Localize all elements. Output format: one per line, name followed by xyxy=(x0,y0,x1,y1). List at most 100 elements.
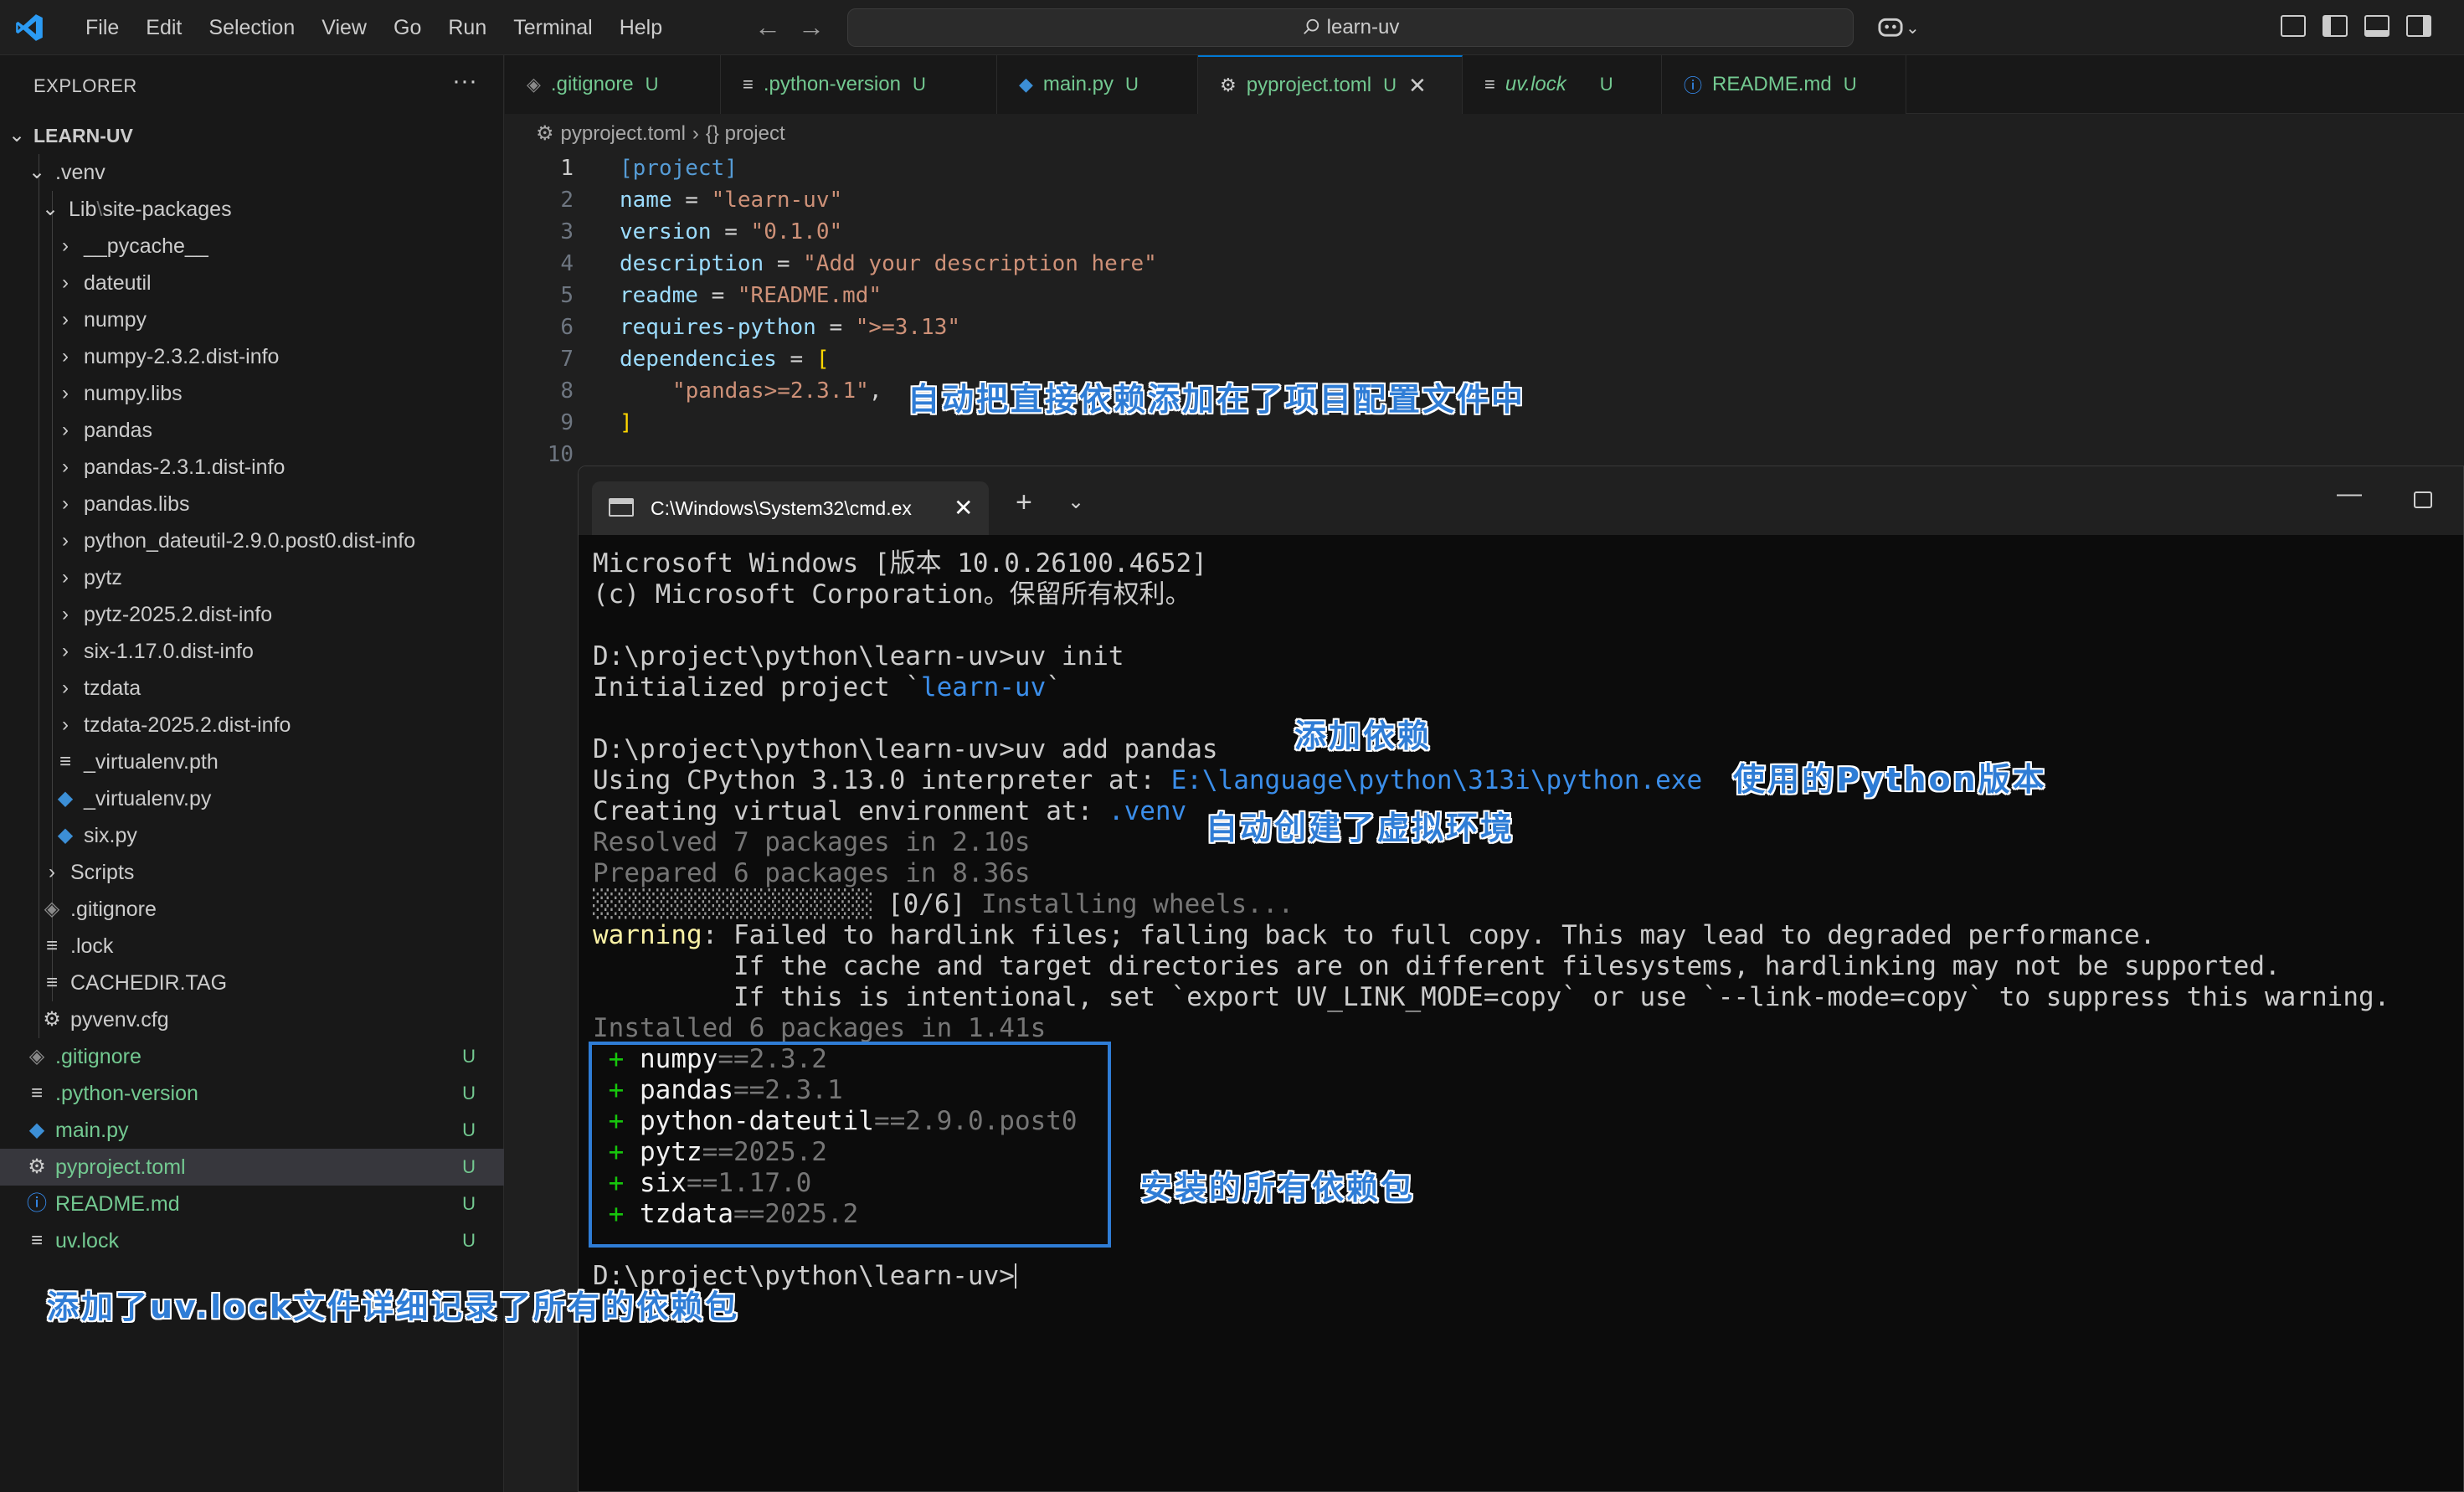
tree-folder[interactable]: › __pycache__ xyxy=(0,228,504,265)
close-icon[interactable]: ✕ xyxy=(954,481,973,535)
tree-file[interactable]: ◆ _virtualenv.py xyxy=(0,780,504,817)
tree-file[interactable]: ◆ six.py xyxy=(0,817,504,854)
terminal-text: Initialized project ` xyxy=(593,672,921,702)
tab-label: .python-version xyxy=(763,73,901,95)
code-key: name xyxy=(620,188,672,213)
text-file-icon: ≡ xyxy=(45,971,58,994)
chevron-right-icon: › xyxy=(62,603,69,625)
chevron-right-icon: › xyxy=(49,861,55,883)
tree-file[interactable]: ⚙ pyvenv.cfg xyxy=(0,1001,504,1038)
tree-folder[interactable]: › python_dateutil-2.9.0.post0.dist-info xyxy=(0,522,504,559)
tree-file[interactable]: ≡ CACHEDIR.TAG xyxy=(0,965,504,1001)
text-file-icon: ≡ xyxy=(59,750,71,773)
tree-file[interactable]: ≡ _virtualenv.pth xyxy=(0,743,504,780)
progress-bar: ░░░░░░░░░░░░░░░░░░░░ xyxy=(593,889,873,919)
tree-file-readme[interactable]: ⓘ README.md U xyxy=(0,1186,504,1222)
file-label: .python-version xyxy=(55,1082,198,1105)
tree-file-gitignore[interactable]: ◈ .gitignore U xyxy=(0,1038,504,1075)
tab-uv-lock[interactable]: ≡ uv.lock U xyxy=(1463,55,1662,114)
tab-label: .gitignore xyxy=(550,73,634,95)
terminal-tab[interactable]: C:\Windows\System32\cmd.ex ✕ xyxy=(592,481,989,535)
tab-main-py[interactable]: ◆ main.py U xyxy=(997,55,1198,114)
menu-file[interactable]: File xyxy=(72,0,132,55)
tab-readme[interactable]: ⓘ README.md U xyxy=(1662,55,1906,114)
tree-file-uv-lock[interactable]: ≡ uv.lock U xyxy=(0,1222,504,1259)
tree-file[interactable]: ≡ .lock xyxy=(0,928,504,965)
menu-help[interactable]: Help xyxy=(606,0,676,55)
more-actions-icon[interactable]: ··· xyxy=(452,67,477,95)
tab-pyproject-toml[interactable]: ⚙ pyproject.toml U ✕ xyxy=(1198,55,1463,114)
gear-icon: ⚙ xyxy=(43,1008,61,1031)
line-number: 7 xyxy=(560,347,574,372)
chevron-down-icon: ⌄ xyxy=(41,198,59,220)
command-center-search[interactable]: learn-uv xyxy=(847,8,1854,47)
menu-selection[interactable]: Selection xyxy=(195,0,308,55)
tree-folder[interactable]: › numpy.libs xyxy=(0,375,504,412)
tree-folder[interactable]: › numpy xyxy=(0,301,504,338)
warning-label: warning xyxy=(593,920,702,950)
tree-folder[interactable]: › pytz-2025.2.dist-info xyxy=(0,596,504,633)
terminal-line: Prepared 6 packages in 8.36s xyxy=(593,858,1031,888)
arrow-left-icon[interactable]: ← xyxy=(752,12,784,44)
copilot-icon[interactable]: ⌄ xyxy=(1875,13,1931,42)
tree-folder[interactable]: › tzdata xyxy=(0,670,504,707)
menu-view[interactable]: View xyxy=(308,0,380,55)
minimize-icon[interactable]: — xyxy=(2337,480,2362,508)
terminal-window[interactable]: C:\Windows\System32\cmd.ex ✕ + ⌄ — Micro… xyxy=(578,466,2464,1492)
tree-folder[interactable]: › tzdata-2025.2.dist-info xyxy=(0,707,504,743)
tree-folder[interactable]: › six-1.17.0.dist-info xyxy=(0,633,504,670)
tab-python-version[interactable]: ≡ .python-version U xyxy=(721,55,997,114)
chevron-right-icon: › xyxy=(62,455,69,478)
tree-folder-scripts[interactable]: › Scripts xyxy=(0,854,504,891)
layout-customize-icon[interactable] xyxy=(2281,15,2306,37)
tree-folder[interactable]: › pandas-2.3.1.dist-info xyxy=(0,449,504,486)
gear-icon: ⚙ xyxy=(536,122,554,145)
menu-edit[interactable]: Edit xyxy=(132,0,195,55)
code-string: "README.md" xyxy=(737,283,882,308)
breadcrumb-file[interactable]: pyproject.toml xyxy=(561,122,686,145)
tree-folder[interactable]: › pytz xyxy=(0,559,504,596)
file-label: .lock xyxy=(70,934,114,958)
git-status-badge: U xyxy=(1843,74,1857,95)
terminal-line: If this is intentional, set `export UV_L… xyxy=(593,982,2390,1012)
tree-folder-venv[interactable]: ⌄ .venv xyxy=(0,154,504,191)
code-operator: = xyxy=(815,315,856,340)
git-status-badge: U xyxy=(1383,75,1397,95)
file-tree: ⌄ LEARN-UV ⌄ .venv ⌄ Lib\site-packages ›… xyxy=(0,117,504,1259)
new-tab-icon[interactable]: + xyxy=(1016,486,1032,519)
maximize-icon[interactable] xyxy=(2414,491,2432,508)
chevron-right-icon: › xyxy=(62,713,69,736)
chevron-down-icon[interactable]: ⌄ xyxy=(1067,490,1084,514)
chevron-right-icon: › xyxy=(62,234,69,257)
menu-terminal[interactable]: Terminal xyxy=(500,0,605,55)
chevron-down-icon[interactable]: ⌄ xyxy=(1906,19,1920,38)
menu-go[interactable]: Go xyxy=(380,0,435,55)
tree-folder[interactable]: › numpy-2.3.2.dist-info xyxy=(0,338,504,375)
chevron-down-icon: ⌄ xyxy=(8,124,26,147)
tree-folder[interactable]: › pandas xyxy=(0,412,504,449)
tree-folder-lib-site-packages[interactable]: ⌄ Lib\site-packages xyxy=(0,191,504,228)
toggle-primary-sidebar-icon[interactable] xyxy=(2323,15,2348,37)
folder-label: numpy-2.3.2.dist-info xyxy=(84,345,280,368)
code-editor[interactable]: 1 [project] 2 name = "learn-uv" 3 version =… xyxy=(505,152,2464,471)
tree-folder[interactable]: › dateutil xyxy=(0,265,504,301)
chevron-right-icon: › xyxy=(62,419,69,441)
close-icon[interactable]: ✕ xyxy=(1408,73,1427,99)
python-file-icon: ◆ xyxy=(28,1119,45,1141)
toggle-panel-icon[interactable] xyxy=(2364,15,2389,37)
tree-file-python-version[interactable]: ≡ .python-version U xyxy=(0,1075,504,1112)
breadcrumb: ⚙ pyproject.toml › {} project xyxy=(536,116,792,152)
menu-run[interactable]: Run xyxy=(435,0,500,55)
tree-folder-learn-uv[interactable]: ⌄ LEARN-UV xyxy=(0,117,504,154)
folder-label: pandas xyxy=(84,419,153,442)
tree-folder[interactable]: › pandas.libs xyxy=(0,486,504,522)
terminal-prompt[interactable]: D:\project\python\learn-uv> xyxy=(593,1261,2389,1292)
tab-gitignore[interactable]: ◈ .gitignore U xyxy=(505,55,721,114)
toggle-secondary-sidebar-icon[interactable] xyxy=(2406,15,2431,37)
tree-file-main-py[interactable]: ◆ main.py U xyxy=(0,1112,504,1149)
tree-file-pyproject-toml[interactable]: ⚙ pyproject.toml U xyxy=(0,1149,504,1186)
terminal-icon xyxy=(609,498,634,517)
breadcrumb-symbol[interactable]: {} project xyxy=(706,122,785,145)
arrow-right-icon[interactable]: → xyxy=(795,12,827,44)
tree-file[interactable]: ◈ .gitignore xyxy=(0,891,504,928)
